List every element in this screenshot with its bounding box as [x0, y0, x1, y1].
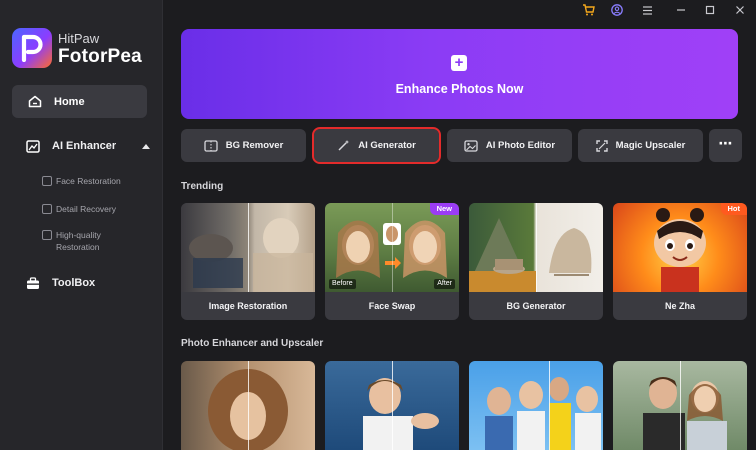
card-label: Face Swap — [368, 301, 416, 311]
ne-zha-illustration — [654, 208, 706, 292]
upscaler-title: Photo Enhancer and Upscaler — [181, 338, 324, 349]
home-icon — [28, 95, 42, 108]
tool-label: Magic Upscaler — [615, 140, 686, 151]
sidebar-subitem-face-restoration[interactable]: Face Restoration — [42, 175, 121, 187]
sidebar-subitem-label: High-quality Restoration — [56, 230, 101, 252]
sidebar-item-toolbox[interactable]: ToolBox — [12, 268, 152, 298]
sidebar-subitem-label: Detail Recovery — [56, 204, 116, 214]
bg-remover-icon — [204, 139, 218, 152]
minimize-icon[interactable] — [674, 3, 688, 17]
card-image: Before After — [325, 203, 459, 292]
app-logo — [12, 28, 52, 68]
more-icon: ⋯ — [718, 135, 733, 151]
sidebar-item-home[interactable]: Home — [12, 85, 147, 118]
maximize-icon[interactable] — [703, 3, 717, 17]
tool-label: BG Remover — [225, 140, 284, 151]
sidebar-item-label: ToolBox — [52, 277, 96, 289]
card-image — [613, 203, 747, 292]
toolbox-icon — [27, 276, 39, 289]
new-badge: New — [429, 203, 459, 215]
brand-small: HitPaw — [58, 31, 100, 46]
card-label: Ne Zha — [664, 301, 695, 311]
upscale-icon — [595, 139, 608, 152]
chevron-up-icon[interactable] — [142, 143, 151, 149]
hot-badge: Hot — [720, 203, 747, 215]
group-portrait-illustration — [485, 377, 601, 450]
tool-label: AI Generator — [358, 140, 416, 151]
sidebar-subitem-high-quality-restoration[interactable]: High-quality Restoration — [42, 229, 122, 253]
card-bg-generator[interactable]: BG Generator — [469, 203, 603, 320]
brand-name: FotorPea — [58, 46, 142, 67]
cart-icon[interactable] — [581, 3, 595, 17]
more-tools-button[interactable]: ⋯ — [709, 129, 742, 162]
card-enhance-portrait[interactable] — [181, 361, 315, 450]
card-image — [469, 203, 603, 292]
enhance-photos-label: Enhance Photos Now — [395, 82, 524, 96]
bg-remover-button[interactable]: BG Remover — [181, 129, 306, 162]
compare-divider — [248, 203, 249, 292]
compare-divider — [248, 361, 249, 450]
tool-label: AI Photo Editor — [485, 140, 556, 151]
sidebar-subitem-label: Face Restoration — [56, 176, 121, 186]
card-face-swap[interactable]: Before After New Face Swap — [325, 203, 459, 320]
menu-icon[interactable] — [640, 3, 654, 17]
magic-upscaler-button[interactable]: Magic Upscaler — [578, 129, 703, 162]
card-enhance-group[interactable] — [469, 361, 603, 450]
compare-divider — [392, 361, 393, 450]
close-icon[interactable] — [733, 3, 747, 17]
card-enhance-couple[interactable] — [613, 361, 747, 450]
after-tag: After — [434, 279, 455, 289]
face-icon — [42, 176, 52, 186]
card-image — [181, 203, 315, 292]
detail-icon — [42, 204, 52, 214]
sidebar-item-label: AI Enhancer — [52, 140, 117, 152]
sidebar-subitem-detail-recovery[interactable]: Detail Recovery — [42, 203, 116, 215]
compare-divider — [392, 203, 393, 292]
trending-title: Trending — [181, 181, 224, 192]
card-label: BG Generator — [506, 301, 566, 311]
card-label: Image Restoration — [208, 301, 288, 311]
ai-photo-editor-button[interactable]: AI Photo Editor — [447, 129, 572, 162]
ai-enhancer-icon — [26, 139, 40, 153]
compare-divider — [680, 361, 681, 450]
plus-icon: + — [451, 55, 467, 71]
logo-p-icon — [21, 34, 43, 62]
before-tag: Before — [329, 279, 356, 289]
user-icon[interactable] — [610, 3, 624, 17]
compare-divider — [549, 361, 550, 450]
card-enhance-child[interactable] — [325, 361, 459, 450]
card-ne-zha[interactable]: Hot Ne Zha — [613, 203, 747, 320]
card-image-restoration[interactable]: Image Restoration — [181, 203, 315, 320]
enhance-photos-button[interactable]: + Enhance Photos Now — [181, 29, 738, 119]
sidebar-item-ai-enhancer[interactable]: AI Enhancer — [12, 131, 152, 161]
photo-editor-icon — [464, 139, 478, 152]
sidebar-item-label: Home — [54, 95, 85, 108]
compare-divider — [536, 203, 537, 292]
magic-wand-icon — [338, 140, 350, 151]
ai-generator-button[interactable]: AI Generator — [312, 127, 441, 164]
sidebar: HitPaw FotorPea Home AI Enhancer Face Re… — [0, 0, 163, 450]
quality-icon — [42, 230, 52, 240]
